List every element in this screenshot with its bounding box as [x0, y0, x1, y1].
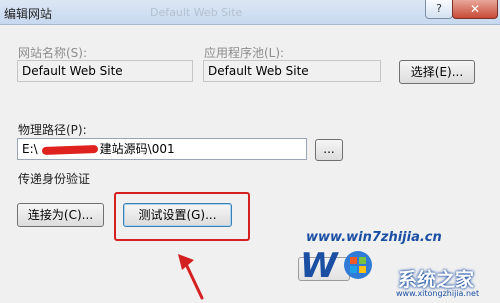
watermark-brand: 系统之家 [398, 269, 475, 291]
app-pool-label: 应用程序池(L): [204, 46, 285, 60]
svg-text:W: W [300, 246, 339, 286]
window-titlebar[interactable]: 编辑网站 Default Web Site ? ✕ [0, 0, 500, 25]
physical-path-suffix: 建站源码\001 [99, 142, 175, 156]
close-button[interactable]: ✕ [452, 0, 498, 19]
watermark-win-logo-icon: W [300, 246, 372, 286]
watermark-small-url: www.xitongzhijia.net [396, 289, 480, 298]
browse-path-button[interactable]: ... [315, 139, 343, 161]
site-name-field: Default Web Site [17, 60, 193, 82]
app-pool-field: Default Web Site [203, 60, 381, 82]
site-name-label: 网站名称(S): [18, 46, 88, 60]
physical-path-prefix: E:\ [22, 142, 38, 156]
blurred-title-text: Default Web Site [150, 6, 243, 19]
window-title: 编辑网站 [4, 7, 53, 21]
annotation-highlight-box [114, 192, 250, 241]
connect-as-button[interactable]: 连接为(C)... [17, 203, 104, 227]
select-app-pool-button[interactable]: 选择(E)... [399, 60, 475, 84]
annotation-arrow-icon [178, 254, 204, 300]
physical-path-label: 物理路径(P): [18, 123, 87, 137]
auth-label: 传递身份验证 [18, 172, 91, 186]
help-button[interactable]: ? [425, 0, 453, 19]
